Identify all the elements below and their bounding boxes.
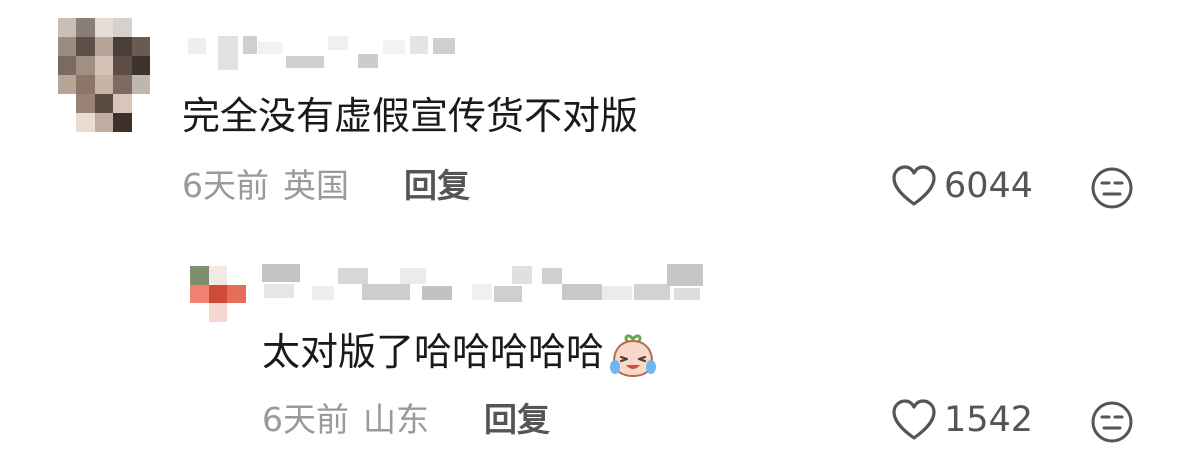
username[interactable] (188, 36, 463, 70)
reply-button[interactable]: 回复 (404, 166, 470, 206)
like-count: 1542 (944, 400, 1034, 440)
like-button[interactable]: 1542 (890, 398, 1033, 442)
reply-avatar[interactable] (190, 266, 246, 322)
comment-meta: 6天前 英国 (182, 166, 349, 206)
reply-comment-time: 6天前 (262, 400, 349, 439)
meh-face-icon[interactable] (1090, 166, 1134, 210)
laughing-crying-emoji (610, 333, 657, 377)
reply-button[interactable]: 回复 (484, 400, 550, 440)
reply-comment-body: 太对版了哈哈哈哈哈 (262, 330, 605, 374)
heart-outline-icon (892, 165, 936, 206)
meh-face-icon[interactable] (1090, 400, 1134, 444)
reply-comment-text: 太对版了哈哈哈哈哈 (262, 330, 658, 379)
comment-text: 完全没有虚假宣传货不对版 (182, 94, 639, 138)
comment-location: 英国 (283, 166, 349, 205)
reply-username[interactable] (262, 264, 707, 302)
reply-comment-meta: 6天前 山东 (262, 400, 429, 440)
like-count: 6044 (944, 166, 1034, 206)
avatar[interactable] (58, 18, 150, 132)
reply-comment-location: 山东 (363, 400, 429, 439)
heart-outline-icon (892, 399, 936, 440)
like-button[interactable]: 6044 (890, 164, 1033, 208)
comment-time: 6天前 (182, 166, 269, 205)
